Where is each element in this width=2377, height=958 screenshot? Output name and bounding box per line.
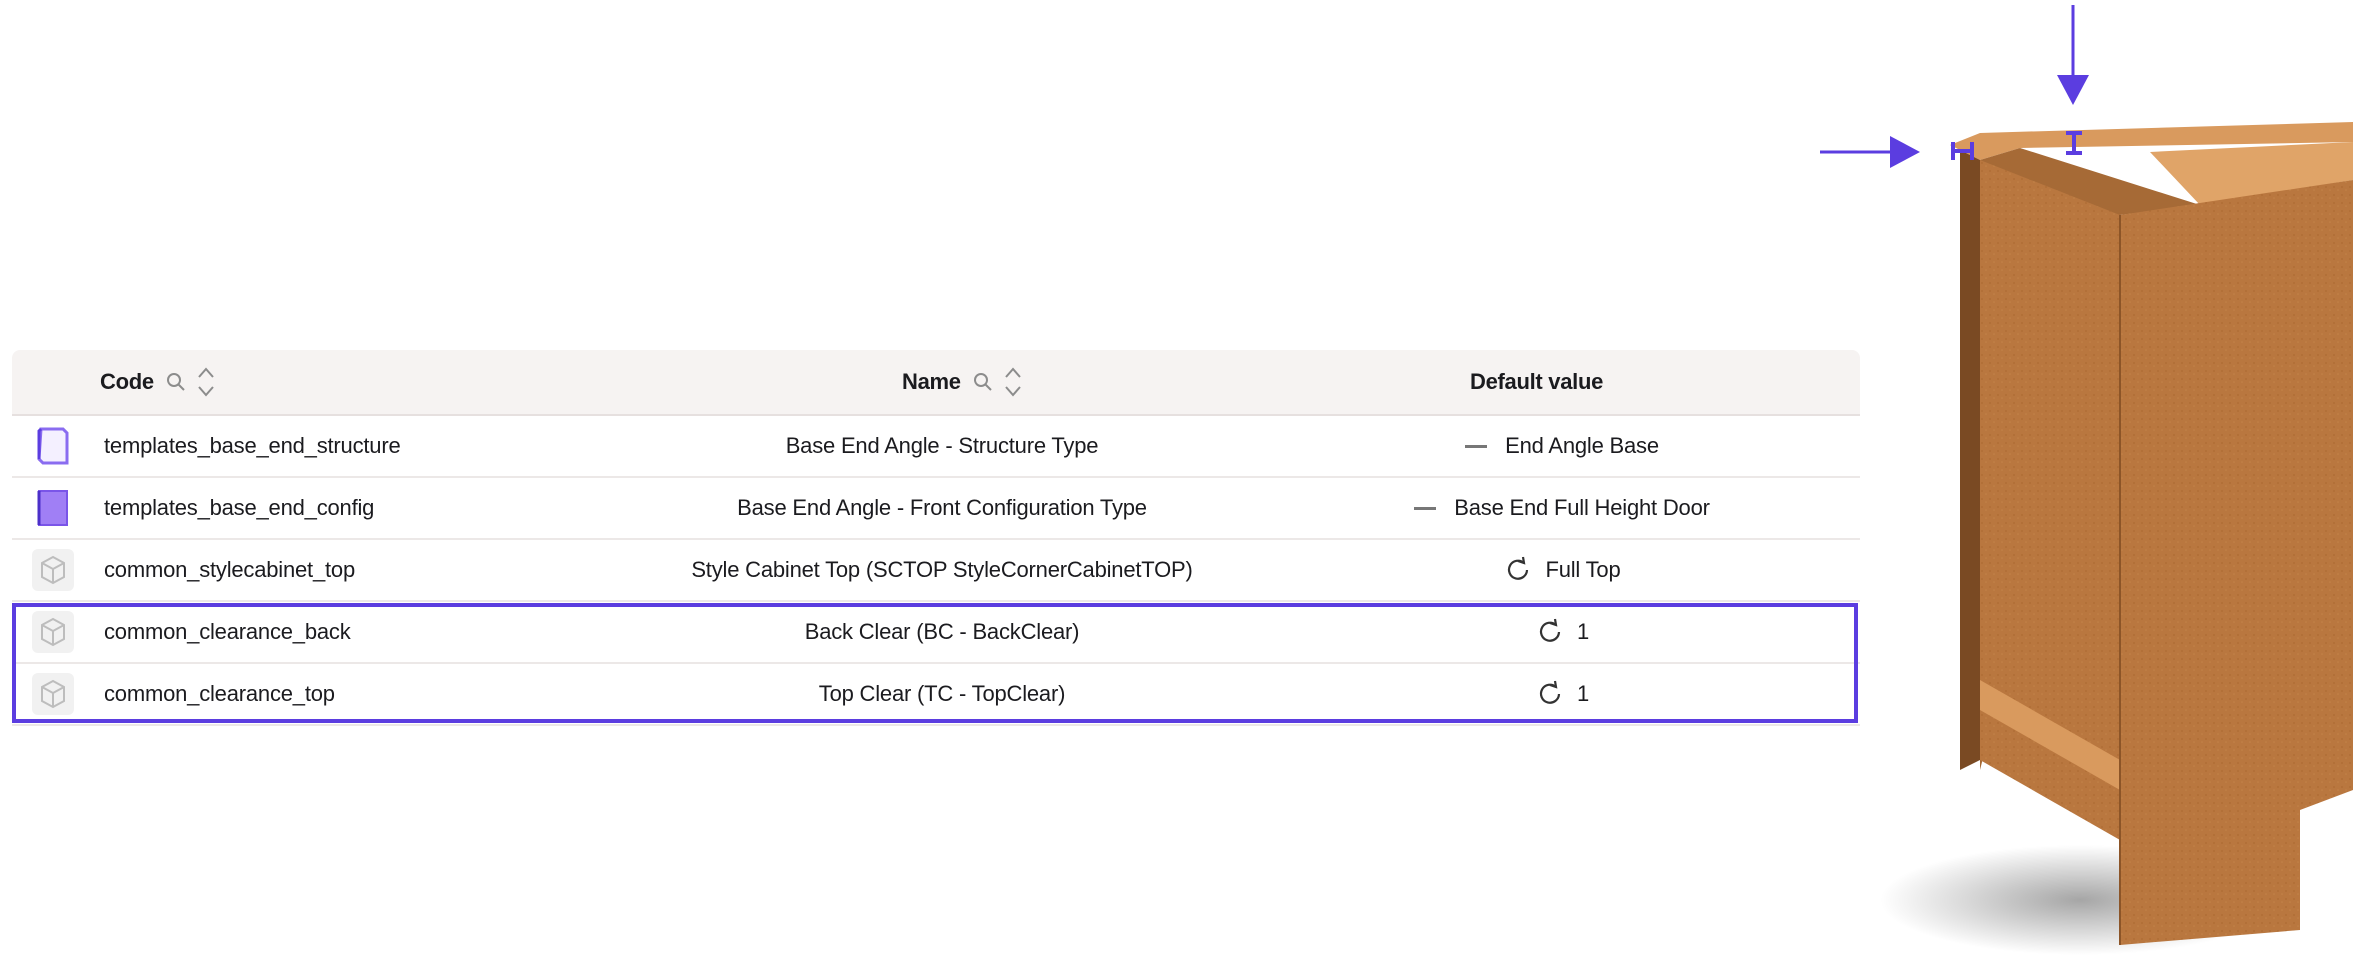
cabinet-illustration	[1820, 5, 2353, 955]
refresh-icon[interactable]	[1503, 555, 1533, 585]
refresh-icon[interactable]	[1535, 617, 1565, 647]
parameters-table: Code Name Default value templates_base_e…	[12, 350, 1860, 726]
column-header-default-label: Default value	[1470, 369, 1604, 394]
row-default-value-text: 1	[1576, 681, 1590, 706]
refresh-icon[interactable]	[1535, 679, 1565, 709]
row-code: common_clearance_top	[104, 681, 335, 706]
search-icon[interactable]	[973, 372, 993, 392]
cube-icon	[32, 611, 74, 653]
column-header-default-value: Default value	[1470, 350, 1603, 414]
row-name: Style Cabinet Top (SCTOP StyleCornerCabi…	[691, 557, 1193, 582]
dash-icon	[1465, 444, 1488, 448]
row-default-value: Full Top	[1302, 540, 1822, 600]
column-header-name-label: Name	[902, 369, 961, 394]
cube-icon	[32, 549, 74, 591]
row-default-value: 1	[1302, 602, 1822, 662]
purple-filled-panel-thumbnail	[32, 487, 74, 529]
table-row[interactable]: templates_base_end_config Base End Angle…	[12, 478, 1860, 540]
row-default-value-text: 1	[1576, 619, 1590, 644]
table-row[interactable]: common_clearance_back Back Clear (BC - B…	[12, 602, 1860, 664]
row-code: common_clearance_back	[104, 619, 351, 644]
row-code: templates_base_end_structure	[104, 433, 401, 458]
row-code: templates_base_end_config	[104, 495, 375, 520]
sort-icon[interactable]	[196, 365, 216, 399]
row-default-value: 1	[1302, 664, 1822, 724]
table-row[interactable]: common_clearance_top Top Clear (TC - Top…	[12, 664, 1860, 726]
sort-icon[interactable]	[1003, 365, 1023, 399]
row-name: Base End Angle - Structure Type	[785, 433, 1099, 458]
column-header-code-label: Code	[100, 369, 154, 394]
table-header: Code Name Default value	[12, 350, 1860, 416]
column-header-name[interactable]: Name	[902, 350, 1023, 414]
table-row[interactable]: templates_base_end_structure Base End An…	[12, 416, 1860, 478]
row-default-value-text: Base End Full Height Door	[1454, 495, 1710, 520]
row-default-value: End Angle Base	[1302, 416, 1822, 476]
row-name: Base End Angle - Front Configuration Typ…	[737, 495, 1147, 520]
row-default-value-text: Full Top	[1545, 557, 1621, 582]
table-row[interactable]: common_stylecabinet_top Style Cabinet To…	[12, 540, 1860, 602]
cube-icon	[32, 673, 74, 715]
purple-outline-panel-thumbnail	[32, 425, 74, 467]
row-name: Top Clear (TC - TopClear)	[818, 681, 1066, 706]
column-header-code[interactable]: Code	[100, 350, 216, 414]
row-default-value-text: End Angle Base	[1505, 433, 1659, 458]
row-code: common_stylecabinet_top	[104, 557, 355, 582]
row-default-value: Base End Full Height Door	[1302, 478, 1822, 538]
search-icon[interactable]	[166, 372, 186, 392]
dash-icon	[1414, 506, 1437, 510]
row-name: Back Clear (BC - BackClear)	[804, 619, 1080, 644]
